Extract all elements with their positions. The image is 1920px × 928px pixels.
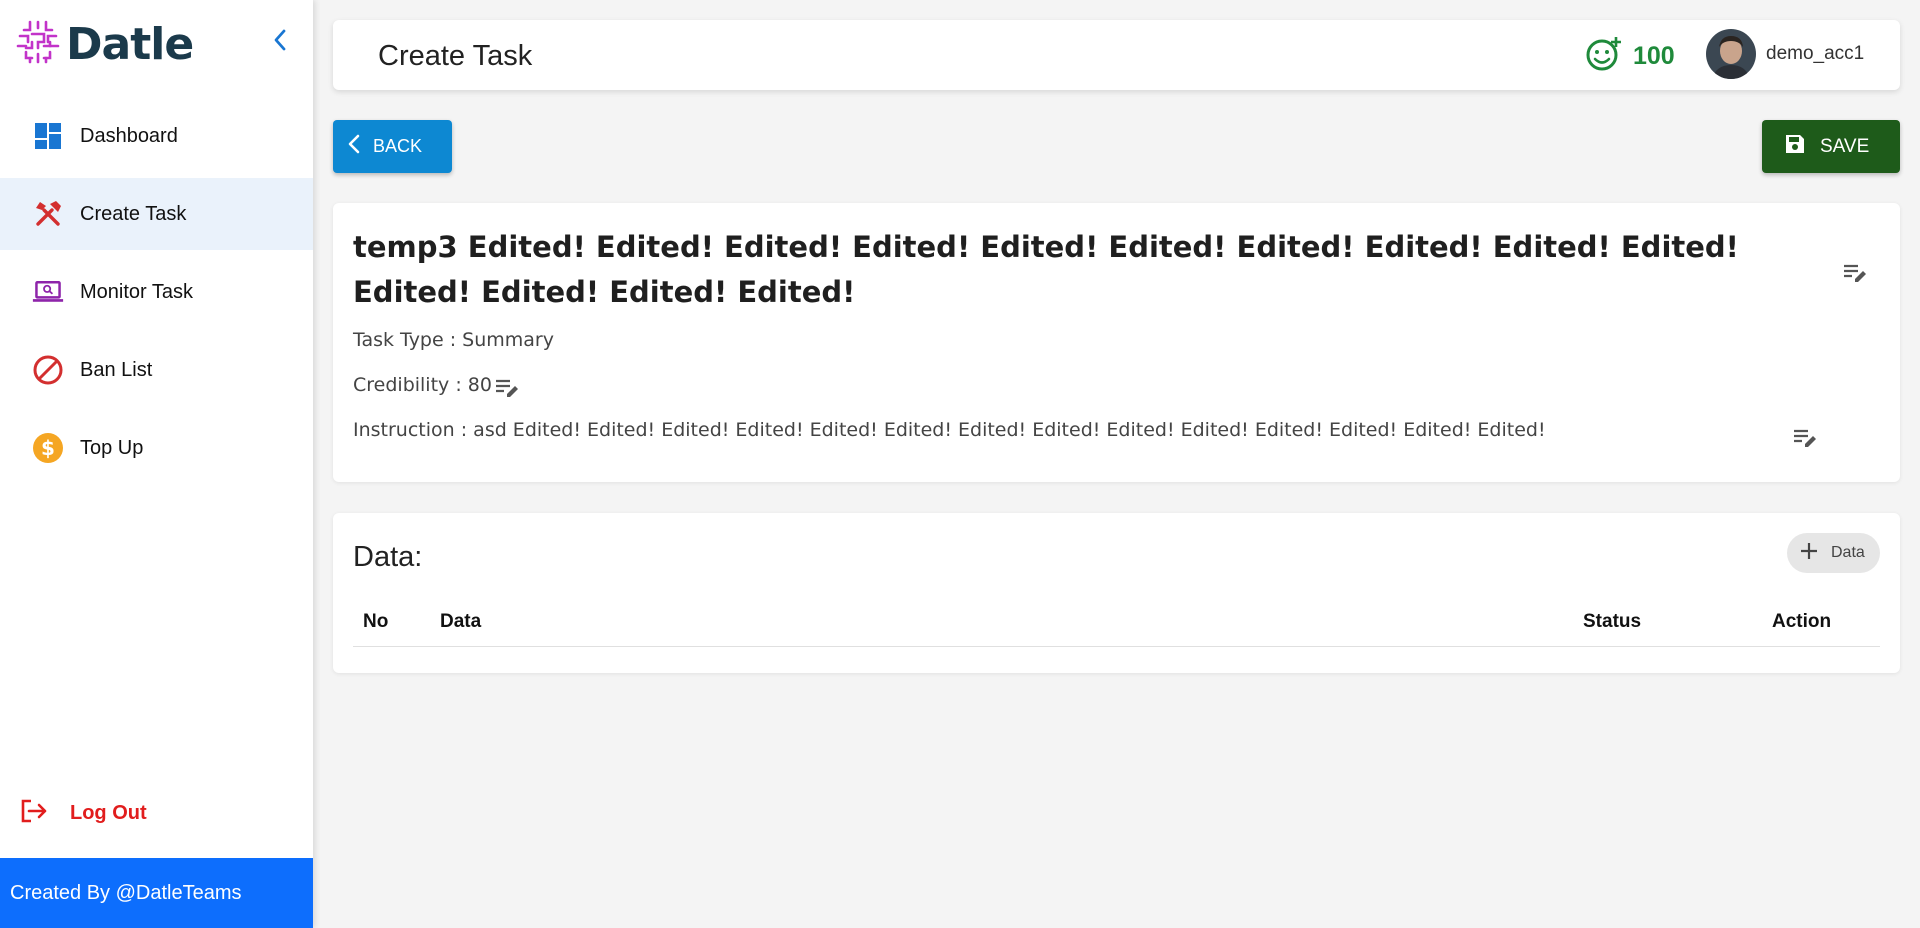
task-instruction: Instruction : asd Edited! Edited! Edited… — [353, 419, 1546, 441]
sidebar-item-label: Create Task — [80, 202, 187, 225]
sidebar-item-create-task[interactable]: Create Task — [0, 178, 313, 250]
ban-icon — [32, 354, 64, 386]
sidebar-item-label: Monitor Task — [80, 280, 194, 303]
sidebar-nav: Dashboard Create Task Monitor Task Ban L… — [0, 100, 313, 490]
avatar — [1706, 29, 1756, 79]
column-header-data: Data — [440, 611, 482, 632]
save-button[interactable]: SAVE — [1762, 120, 1900, 173]
user-menu[interactable]: demo_acc1 — [1706, 29, 1864, 79]
save-icon — [1784, 133, 1806, 160]
sidebar-footer: Created By @DatleTeams — [0, 858, 313, 928]
sidebar-item-label: Ban List — [80, 358, 153, 381]
back-button[interactable]: BACK — [333, 120, 452, 173]
add-data-label: Data — [1831, 544, 1865, 561]
column-header-action: Action — [1772, 611, 1832, 632]
task-credibility: Credibility : 80 — [353, 374, 492, 396]
datle-logo-icon — [14, 18, 62, 71]
monitor-icon — [32, 276, 64, 308]
collapse-sidebar-button[interactable] — [264, 26, 296, 58]
data-heading: Data: — [353, 541, 423, 573]
sidebar-item-dashboard[interactable]: Dashboard — [0, 100, 313, 172]
add-data-button[interactable]: Data — [1787, 533, 1880, 573]
logout-button[interactable]: Log Out — [20, 798, 147, 829]
smiley-plus-icon — [1585, 35, 1623, 78]
credits-indicator: 100 — [1585, 35, 1675, 78]
plus-icon — [1799, 541, 1819, 566]
logout-icon — [20, 798, 48, 829]
dollar-icon: $ — [32, 432, 64, 464]
top-header: Create Task 100 demo_acc1 — [333, 20, 1900, 90]
back-button-label: BACK — [373, 136, 423, 156]
edit-instruction-icon[interactable] — [1791, 424, 1819, 452]
sidebar: Datle Dashboard Create Task Monitor Task — [0, 0, 313, 928]
sidebar-item-label: Top Up — [80, 436, 144, 459]
edit-credibility-icon[interactable] — [493, 374, 521, 402]
chevron-left-icon — [347, 133, 361, 160]
sidebar-item-ban-list[interactable]: Ban List — [0, 334, 313, 406]
sidebar-item-monitor-task[interactable]: Monitor Task — [0, 256, 313, 328]
username: demo_acc1 — [1766, 43, 1865, 64]
credits-value: 100 — [1633, 42, 1675, 70]
task-card: temp3 Edited! Edited! Edited! Edited! Ed… — [333, 203, 1900, 482]
column-header-no: No — [363, 611, 389, 632]
dashboard-icon — [32, 120, 64, 152]
data-card: Data: Data No Data Status Action — [333, 513, 1900, 673]
column-header-status: Status — [1583, 611, 1642, 632]
logout-label: Log Out — [70, 802, 147, 824]
edit-title-icon[interactable] — [1841, 259, 1869, 287]
sidebar-item-label: Dashboard — [80, 124, 178, 147]
task-type: Task Type : Summary — [353, 329, 554, 351]
brand[interactable]: Datle — [14, 16, 194, 72]
chevron-left-icon — [271, 28, 289, 57]
data-table-header: No Data Status Action — [353, 595, 1880, 647]
task-title: temp3 Edited! Edited! Edited! Edited! Ed… — [353, 230, 1739, 309]
page-title: Create Task — [378, 40, 533, 72]
sidebar-item-top-up[interactable]: $ Top Up — [0, 412, 313, 484]
save-button-label: SAVE — [1820, 135, 1870, 157]
svg-text:$: $ — [41, 436, 55, 460]
brand-name: Datle — [66, 18, 194, 70]
tools-icon — [32, 198, 64, 230]
